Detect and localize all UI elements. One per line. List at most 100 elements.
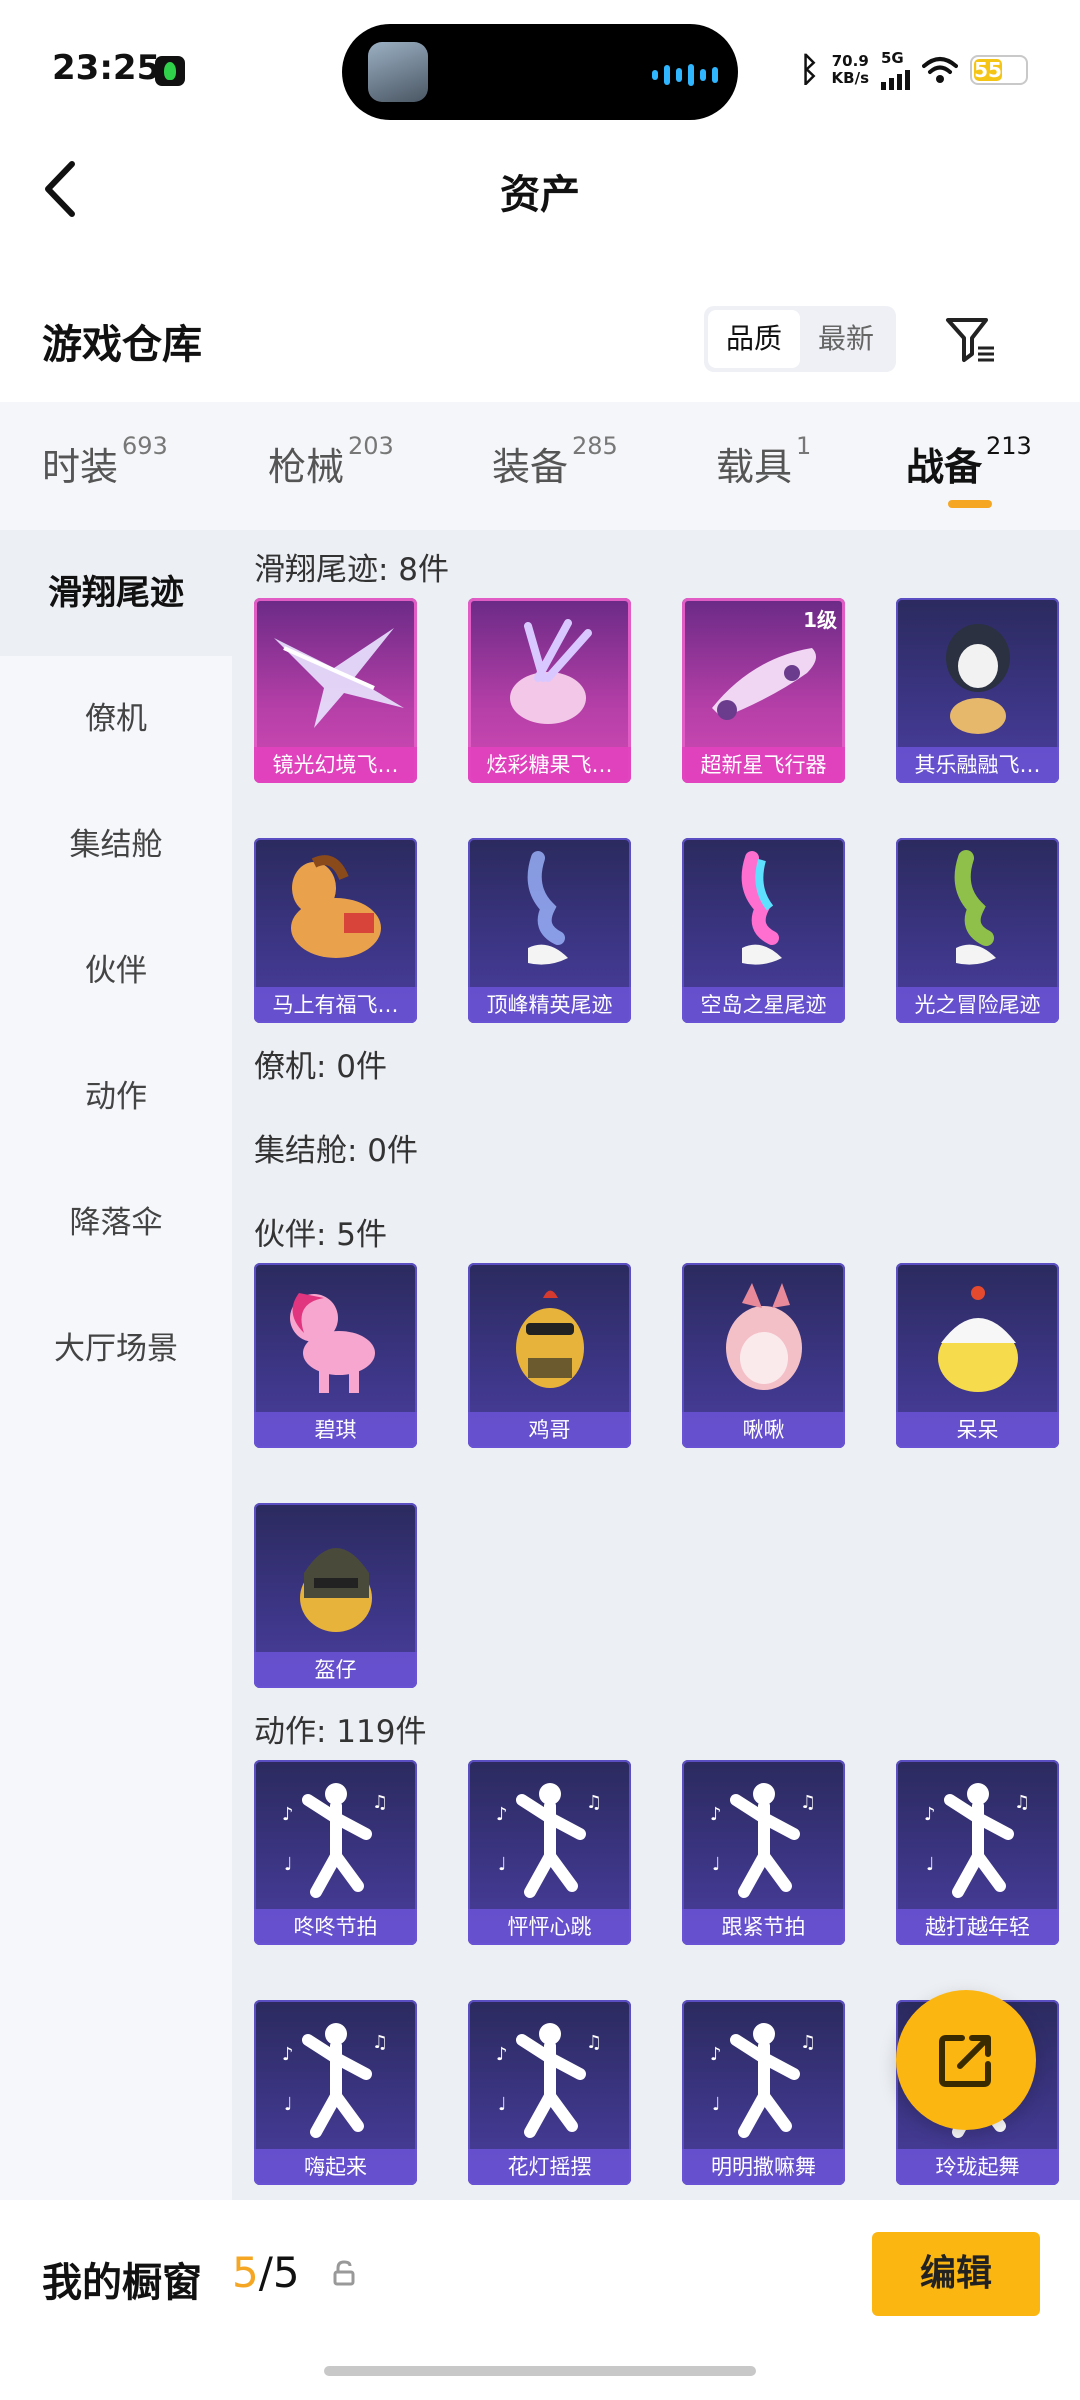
sidebar-item-emote[interactable]: 动作 bbox=[0, 1034, 232, 1160]
item-name: 花灯摇摆 bbox=[468, 2149, 631, 2185]
item-name: 顶峰精英尾迹 bbox=[468, 987, 631, 1023]
rainbow-trail-icon bbox=[741, 851, 782, 965]
item-name: 空岛之星尾迹 bbox=[682, 987, 845, 1023]
signal-icon: 5G bbox=[881, 50, 910, 90]
warehouse-title: 游戏仓库 bbox=[42, 322, 202, 368]
sidebar-item-parachute[interactable]: 降落伞 bbox=[0, 1160, 232, 1286]
sidebar-item-companion[interactable]: 伙伴 bbox=[0, 908, 232, 1034]
section-title: 集结舱: 0件 bbox=[254, 1133, 419, 1169]
item-name: 炫彩糖果飞… bbox=[468, 747, 631, 783]
svg-text:♫: ♫ bbox=[800, 2032, 816, 2053]
battery-level: 55 bbox=[974, 58, 1002, 82]
lock-icon bbox=[332, 2260, 356, 2286]
active-tab-indicator bbox=[948, 500, 992, 508]
tab-combat-prep[interactable]: 战备 213 bbox=[906, 432, 1032, 508]
tab-fashion[interactable]: 时装 693 bbox=[42, 432, 168, 491]
item-card[interactable]: 啾啾 bbox=[682, 1263, 845, 1448]
tab-count: 203 bbox=[348, 432, 394, 460]
svg-text:♫: ♫ bbox=[1014, 1792, 1030, 1813]
tab-vehicles[interactable]: 载具 1 bbox=[716, 432, 811, 491]
item-name: 明明撒嘛舞 bbox=[682, 2149, 845, 2185]
item-grid[interactable]: 滑翔尾迹: 8件镜光幻境飞… 炫彩糖果飞… 1级 超新星飞行器 其乐融融飞… 马上有福飞…… bbox=[232, 530, 1080, 2200]
tab-label: 载具 bbox=[716, 445, 793, 489]
item-card[interactable]: 空岛之星尾迹 bbox=[682, 838, 845, 1023]
item-card[interactable]: 呆呆 bbox=[896, 1263, 1059, 1448]
category-tabs: 时装 693 枪械 203 装备 285 载具 1 战备 213 bbox=[0, 402, 1080, 530]
dynamic-island[interactable] bbox=[342, 24, 738, 120]
audio-wave-icon bbox=[652, 64, 718, 86]
dance-icon: ♪ ♫ ♩ bbox=[924, 1783, 1030, 1898]
item-card[interactable]: ♪ ♫ ♩ 明明撒嘛舞 bbox=[682, 2000, 845, 2185]
sidebar-item-glide-trail[interactable]: 滑翔尾迹 bbox=[0, 530, 232, 656]
item-card[interactable]: 其乐融融飞… bbox=[896, 598, 1059, 783]
svg-text:♫: ♫ bbox=[800, 1792, 816, 1813]
item-card[interactable]: ♪ ♫ ♩ 花灯摇摆 bbox=[468, 2000, 631, 2185]
net-speed-unit: KB/s bbox=[831, 69, 869, 87]
item-name: 玲珑起舞 bbox=[896, 2149, 1059, 2185]
item-name: 咚咚节拍 bbox=[254, 1909, 417, 1945]
item-name: 跟紧节拍 bbox=[682, 1909, 845, 1945]
sidebar-item-assembly-pod[interactable]: 集结舱 bbox=[0, 782, 232, 908]
svg-text:♩: ♩ bbox=[284, 1854, 293, 1875]
dance-icon: ♪ ♫ ♩ bbox=[710, 2023, 816, 2138]
svg-text:♩: ♩ bbox=[284, 2094, 293, 2115]
tab-count: 693 bbox=[122, 432, 168, 460]
item-card[interactable]: 光之冒险尾迹 bbox=[896, 838, 1059, 1023]
item-card[interactable]: 1级 超新星飞行器 bbox=[682, 598, 845, 783]
filter-button[interactable] bbox=[942, 312, 998, 368]
sort-option-newest[interactable]: 最新 bbox=[800, 310, 892, 368]
status-icons: ᛒ 70.9 KB/s 5G 55 bbox=[799, 50, 1028, 90]
item-card[interactable]: 碧琪 bbox=[254, 1263, 417, 1448]
tab-label: 时装 bbox=[42, 445, 119, 489]
tab-equipment[interactable]: 装备 285 bbox=[492, 432, 618, 491]
dance-icon: ♪ ♫ ♩ bbox=[282, 2023, 388, 2138]
showcase-total: 5 bbox=[272, 2248, 300, 2297]
showcase-count: 5/5 bbox=[232, 2248, 300, 2297]
tab-count: 285 bbox=[572, 432, 618, 460]
battery-icon: 55 bbox=[970, 55, 1028, 85]
svg-text:♩: ♩ bbox=[926, 1854, 935, 1875]
svg-text:♫: ♫ bbox=[372, 2032, 388, 2053]
item-card[interactable]: 镜光幻境飞… bbox=[254, 598, 417, 783]
chicken-icon bbox=[516, 1290, 584, 1388]
section-title: 滑翔尾迹: 8件 bbox=[254, 552, 450, 588]
level-badge: 1级 bbox=[803, 608, 837, 632]
svg-text:♩: ♩ bbox=[498, 1854, 507, 1875]
item-card[interactable]: 顶峰精英尾迹 bbox=[468, 838, 631, 1023]
bird-icon bbox=[726, 1283, 802, 1390]
item-card[interactable]: 盔仔 bbox=[254, 1503, 417, 1688]
svg-text:♪: ♪ bbox=[924, 1804, 936, 1825]
item-card[interactable]: 马上有福飞… bbox=[254, 838, 417, 1023]
media-thumbnail bbox=[368, 42, 428, 102]
item-name: 呆呆 bbox=[896, 1412, 1059, 1448]
item-card[interactable]: ♪ ♫ ♩ 咚咚节拍 bbox=[254, 1760, 417, 1945]
filter-icon bbox=[946, 318, 994, 362]
share-icon bbox=[939, 2035, 991, 2087]
item-card[interactable]: ♪ ♫ ♩ 越打越年轻 bbox=[896, 1760, 1059, 1945]
item-card[interactable]: 鸡哥 bbox=[468, 1263, 631, 1448]
tab-count: 1 bbox=[796, 432, 812, 460]
svg-text:♫: ♫ bbox=[372, 1792, 388, 1813]
svg-text:♪: ♪ bbox=[496, 1804, 508, 1825]
edit-button[interactable]: 编辑 bbox=[872, 2232, 1040, 2316]
item-card[interactable]: ♪ ♫ ♩ 嗨起来 bbox=[254, 2000, 417, 2185]
sidebar-item-wingman[interactable]: 僚机 bbox=[0, 656, 232, 782]
tab-weapons[interactable]: 枪械 203 bbox=[268, 432, 394, 491]
svg-text:♪: ♪ bbox=[282, 2044, 294, 2065]
share-fab-button[interactable] bbox=[896, 1990, 1036, 2130]
svg-text:♫: ♫ bbox=[586, 1792, 602, 1813]
showcase-current: 5 bbox=[232, 2248, 259, 2297]
dance-icon: ♪ ♫ ♩ bbox=[710, 1783, 816, 1898]
tab-label: 装备 bbox=[492, 445, 569, 489]
item-card[interactable]: 炫彩糖果飞… bbox=[468, 598, 631, 783]
svg-text:♩: ♩ bbox=[712, 1854, 721, 1875]
item-card[interactable]: ♪ ♫ ♩ 怦怦心跳 bbox=[468, 1760, 631, 1945]
sidebar-item-lobby-scene[interactable]: 大厅场景 bbox=[0, 1286, 232, 1412]
sort-option-quality[interactable]: 品质 bbox=[708, 310, 800, 368]
svg-text:♪: ♪ bbox=[282, 1804, 294, 1825]
item-card[interactable]: ♪ ♫ ♩ 跟紧节拍 bbox=[682, 1760, 845, 1945]
home-indicator[interactable] bbox=[324, 2366, 756, 2376]
svg-text:♪: ♪ bbox=[710, 1804, 722, 1825]
chick-icon bbox=[938, 1286, 1018, 1392]
page-title: 资产 bbox=[500, 172, 580, 218]
